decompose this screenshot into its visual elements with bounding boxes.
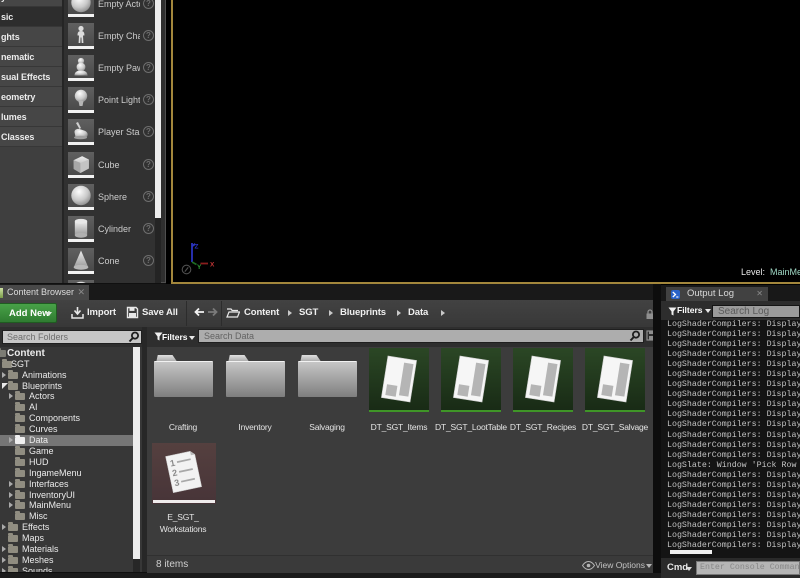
svg-text:X: X xyxy=(210,262,215,269)
svg-text:Y: Y xyxy=(197,264,202,271)
svg-text:Z: Z xyxy=(195,244,199,251)
